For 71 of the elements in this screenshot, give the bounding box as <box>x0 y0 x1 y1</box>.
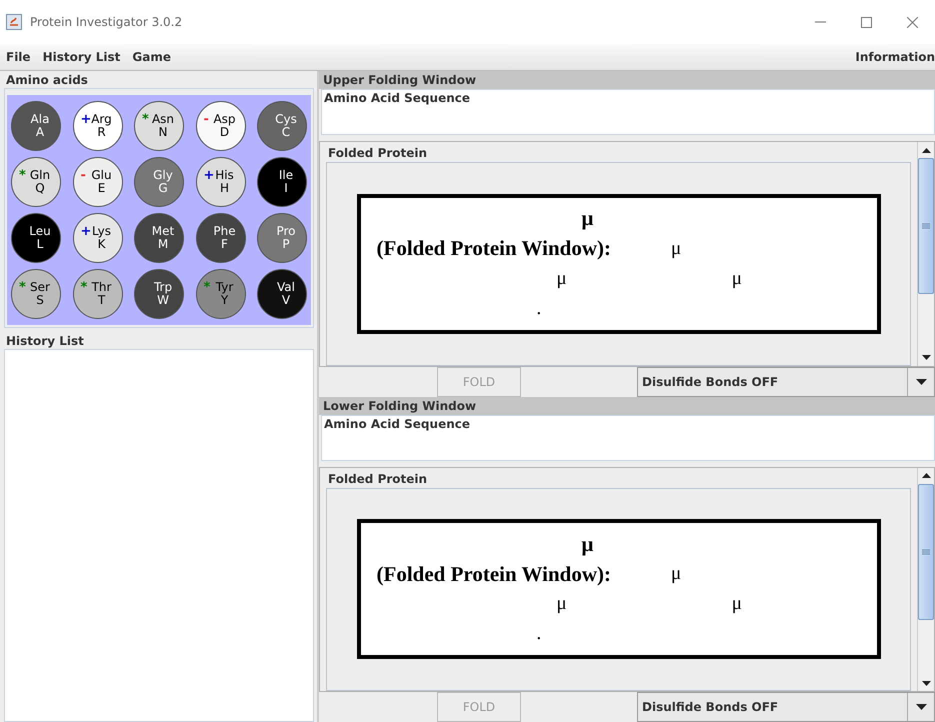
menu-item[interactable]: Game <box>132 50 171 64</box>
close-icon <box>906 16 918 28</box>
amino-acid-button[interactable]: - Glu E <box>72 157 122 207</box>
amino-acid-button[interactable]: Pro P <box>257 213 307 263</box>
note-text: (Folded Protein Window): <box>376 562 612 587</box>
note-text: μ <box>582 206 594 232</box>
amino-acid-button[interactable]: Gly G <box>134 157 184 207</box>
maximize-icon <box>860 16 872 28</box>
scrollbar-thumb[interactable] <box>918 484 934 620</box>
charge-mark: + <box>80 112 92 127</box>
group-label: Amino acids <box>5 72 89 87</box>
note-text: μ <box>732 593 742 616</box>
scrollbar-thumb[interactable] <box>918 158 934 294</box>
amino-acid-button[interactable]: * Asn N <box>134 101 184 151</box>
dropdown-caret-icon <box>916 704 926 710</box>
dropdown-caret-icon <box>916 378 926 384</box>
amino-acid-button[interactable]: - Asp D <box>196 101 246 151</box>
group-label: Folded Protein <box>327 145 428 160</box>
charge-mark: + <box>204 168 214 183</box>
amino-acid-button[interactable]: * Thr T <box>72 269 122 319</box>
amino-acid-button[interactable]: Phe F <box>196 213 246 263</box>
note-text: . <box>536 298 542 320</box>
note-text: μ <box>671 563 682 586</box>
amino-acid-button[interactable]: +Arg R <box>72 101 122 151</box>
charge-mark: * <box>142 112 149 127</box>
amino-acid-button[interactable]: * Tyr Y <box>196 269 246 319</box>
sequence-field[interactable]: Amino Acid Sequence <box>321 89 935 135</box>
charge-mark: * <box>19 168 26 183</box>
scroll-up-icon[interactable] <box>922 473 930 478</box>
amino-acid-button[interactable]: +His H <box>196 157 246 207</box>
panel-title: Lower Folding Window <box>319 396 935 414</box>
window-title: Protein Investigator 3.0.2 <box>30 15 182 29</box>
scroll-down-icon[interactable] <box>922 680 930 686</box>
note-text: μ <box>671 238 682 260</box>
note-text: . <box>536 623 542 646</box>
scroll-down-icon[interactable] <box>922 355 930 360</box>
charge-mark: * <box>204 280 210 295</box>
note-text: μ <box>556 593 567 616</box>
group-label: History List <box>5 333 85 348</box>
menu-item[interactable]: File <box>6 50 31 64</box>
amino-acid-button[interactable]: Leu L <box>11 213 61 263</box>
disulfide-dropdown[interactable]: Disulfide Bonds OFF <box>637 366 935 396</box>
amino-acid-button[interactable]: Ala A <box>11 101 61 151</box>
panel-title: Upper Folding Window <box>319 71 935 89</box>
charge-mark: - <box>80 168 86 183</box>
charge-mark: * <box>19 280 26 295</box>
amino-acid-button[interactable]: * Ser S <box>11 269 61 319</box>
minimize-icon <box>814 21 826 23</box>
field-label: Amino Acid Sequence <box>323 90 471 105</box>
amino-acid-button[interactable]: Met M <box>134 213 184 263</box>
note-text: μ <box>582 532 594 557</box>
group-label: Folded Protein <box>327 470 428 486</box>
charge-mark: - <box>204 112 209 127</box>
amino-acid-button[interactable]: Trp W <box>134 269 184 319</box>
amino-acid-button[interactable]: Val V <box>257 269 307 319</box>
amino-acid-button[interactable]: * Gln Q <box>11 157 61 207</box>
menu-item[interactable]: Information <box>855 50 935 64</box>
app-icon <box>6 14 22 30</box>
scroll-up-icon[interactable] <box>922 148 930 152</box>
amino-acid-button[interactable]: Ile I <box>257 157 307 207</box>
amino-acid-button[interactable]: +Lys K <box>72 213 122 263</box>
charge-mark: + <box>80 224 92 239</box>
disulfide-dropdown[interactable]: Disulfide Bonds OFF <box>637 692 935 722</box>
sequence-field[interactable]: Amino Acid Sequence <box>321 414 935 460</box>
menu-item[interactable]: History List <box>42 50 120 64</box>
note-text: μ <box>732 268 742 290</box>
amino-acid-button[interactable]: Cys C <box>257 101 307 151</box>
field-label: Amino Acid Sequence <box>323 416 471 430</box>
note-text: (Folded Protein Window): <box>376 236 612 262</box>
charge-mark: * <box>80 280 88 295</box>
note-text: μ <box>556 268 567 290</box>
